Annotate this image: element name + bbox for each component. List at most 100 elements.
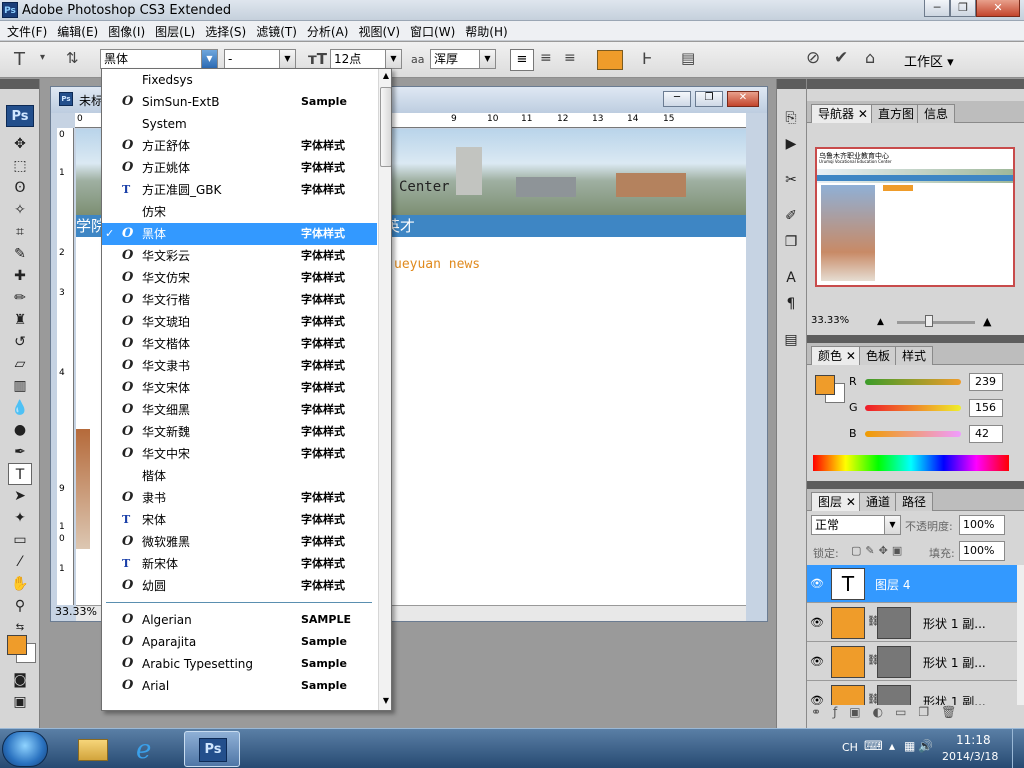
channel-g-slider[interactable] bbox=[865, 405, 961, 411]
font-list-item[interactable]: T 方正准圆_GBK 字体样式 bbox=[102, 179, 377, 201]
font-list-item[interactable]: O 华文中宋 字体样式 bbox=[102, 443, 377, 465]
chevron-down-icon[interactable]: ▼ bbox=[279, 50, 295, 68]
history-brush-tool-icon[interactable]: ↺ bbox=[0, 331, 40, 353]
font-list-item[interactable]: O Aparajita Sample bbox=[102, 631, 377, 653]
tab-channels[interactable]: 通道 bbox=[859, 492, 898, 511]
menu-filter[interactable]: 滤镜(T) bbox=[251, 21, 302, 40]
character-panel-icon[interactable]: A bbox=[777, 267, 805, 289]
warp-text-icon[interactable]: Ⱶ bbox=[642, 49, 652, 68]
visibility-eye-icon[interactable]: 👁 bbox=[810, 655, 824, 668]
font-list-item[interactable]: T 新宋体 字体样式 bbox=[102, 553, 377, 575]
font-list-item[interactable]: O 微软雅黑 字体样式 bbox=[102, 531, 377, 553]
fill-field[interactable]: 100% bbox=[959, 541, 1005, 561]
commit-icon[interactable]: ✔ bbox=[834, 48, 848, 68]
doc-zoom-status[interactable]: 33.33% bbox=[55, 605, 97, 618]
doc-close-button[interactable]: ✕ bbox=[727, 91, 759, 107]
workspace-menu[interactable]: 工作区 ▾ bbox=[904, 51, 954, 70]
color-spectrum[interactable] bbox=[813, 455, 1009, 471]
color-fg-swatch[interactable] bbox=[815, 375, 835, 395]
layer-row[interactable]: 👁 T 图层 4 bbox=[807, 565, 1017, 603]
cancel-icon[interactable]: ⊘ bbox=[806, 48, 820, 68]
menu-file[interactable]: 文件(F) bbox=[2, 21, 52, 40]
brush-tool-icon[interactable]: ✏ bbox=[0, 287, 40, 309]
font-list-item[interactable]: O Algerian SAMPLE bbox=[102, 609, 377, 631]
keyboard-icon[interactable]: ⌨ bbox=[864, 739, 883, 754]
tools-panel-header[interactable] bbox=[0, 79, 39, 89]
tab-paths[interactable]: 路径 bbox=[895, 492, 934, 511]
explorer-taskbar-button[interactable] bbox=[64, 731, 120, 767]
menu-edit[interactable]: 编辑(E) bbox=[52, 21, 103, 40]
type-tool-preset-icon[interactable]: T bbox=[14, 49, 25, 70]
bridge-icon[interactable]: ⌂ bbox=[865, 48, 875, 67]
channel-r-slider[interactable] bbox=[865, 379, 961, 385]
chevron-down-icon[interactable]: ▼ bbox=[385, 50, 401, 68]
zoom-slider-thumb[interactable] bbox=[925, 315, 933, 327]
tab-histogram[interactable]: 直方图 bbox=[871, 104, 922, 123]
volume-icon[interactable]: 🔊 bbox=[918, 739, 933, 753]
zoom-tool-icon[interactable]: ⚲ bbox=[0, 595, 40, 617]
eyedropper-tool-icon[interactable]: ⁄ bbox=[0, 551, 40, 573]
tab-color[interactable]: 颜色 ✕ bbox=[811, 346, 863, 365]
channel-b-value[interactable]: 42 bbox=[969, 425, 1003, 443]
font-list-item[interactable]: Fixedsys bbox=[102, 69, 377, 91]
gradient-tool-icon[interactable]: ▥ bbox=[0, 375, 40, 397]
visibility-eye-icon[interactable]: 👁 bbox=[810, 616, 824, 629]
font-style-select[interactable]: - ▼ bbox=[224, 49, 296, 69]
font-family-dropdown[interactable]: ▲ ▼ Fixedsys O SimSun-ExtB Sample System O 方正舒… bbox=[101, 68, 392, 711]
channel-b-slider[interactable] bbox=[865, 431, 961, 437]
type-tool-icon[interactable]: T bbox=[8, 463, 32, 485]
custom-shape-tool-icon[interactable]: ✦ bbox=[0, 507, 40, 529]
lasso-tool-icon[interactable]: ʘ bbox=[0, 177, 40, 199]
visibility-eye-icon[interactable]: 👁 bbox=[810, 577, 824, 590]
font-list-item[interactable]: 楷体 bbox=[102, 465, 377, 487]
blur-tool-icon[interactable]: 💧 bbox=[0, 397, 40, 419]
menu-layer[interactable]: 图层(L) bbox=[150, 21, 200, 40]
tab-swatches[interactable]: 色板 bbox=[859, 346, 898, 365]
menu-view[interactable]: 视图(V) bbox=[353, 21, 405, 40]
font-list-item[interactable]: O 华文行楷 字体样式 bbox=[102, 289, 377, 311]
minimize-button[interactable]: ─ bbox=[924, 0, 950, 17]
font-list-item[interactable]: System bbox=[102, 113, 377, 135]
font-list-scrollbar[interactable]: ▲ ▼ bbox=[378, 69, 391, 710]
notes-tool-icon[interactable]: ▭ bbox=[0, 529, 40, 551]
font-list-item[interactable]: O 华文宋体 字体样式 bbox=[102, 377, 377, 399]
pen-tool-icon[interactable]: ✒ bbox=[0, 441, 40, 463]
doc-minimize-button[interactable]: ─ bbox=[663, 91, 691, 107]
menu-image[interactable]: 图像(I) bbox=[103, 21, 150, 40]
text-orientation-icon[interactable]: ⇅ bbox=[66, 49, 79, 67]
paragraph-panel-icon[interactable]: ¶ bbox=[777, 293, 805, 315]
foreground-color-swatch[interactable] bbox=[7, 635, 27, 655]
preset-arrow-icon[interactable]: ▾ bbox=[40, 52, 45, 63]
slice-tool-icon[interactable]: ✎ bbox=[0, 243, 40, 265]
menu-select[interactable]: 选择(S) bbox=[200, 21, 251, 40]
menu-analysis[interactable]: 分析(A) bbox=[302, 21, 354, 40]
text-color-swatch[interactable] bbox=[597, 50, 623, 70]
language-indicator[interactable]: CH bbox=[842, 741, 858, 754]
font-list-item[interactable]: O 华文彩云 字体样式 bbox=[102, 245, 377, 267]
chevron-down-icon[interactable]: ▼ bbox=[201, 50, 217, 68]
screen-mode-icon[interactable]: ▣ bbox=[0, 691, 40, 713]
start-button[interactable] bbox=[2, 731, 48, 767]
font-list-item[interactable]: O 隶书 字体样式 bbox=[102, 487, 377, 509]
clock-date[interactable]: 2014/3/18 bbox=[942, 750, 998, 763]
hand-tool-icon[interactable]: ✋ bbox=[0, 573, 40, 595]
font-list-item[interactable]: O SimSun-ExtB Sample bbox=[102, 91, 377, 113]
tray-arrow-icon[interactable]: ▴ bbox=[889, 739, 895, 753]
zoom-out-icon[interactable]: ▲ bbox=[877, 317, 884, 327]
magic-wand-tool-icon[interactable]: ✧ bbox=[0, 199, 40, 221]
align-center-button[interactable]: ≡ bbox=[540, 50, 552, 66]
font-list-item[interactable]: ✓ O 黑体 字体样式 bbox=[102, 223, 377, 245]
clone-stamp-tool-icon[interactable]: ♜ bbox=[0, 309, 40, 331]
font-list-item[interactable]: 仿宋 bbox=[102, 201, 377, 223]
font-list-scroll-thumb[interactable] bbox=[380, 87, 391, 167]
layer-comps-icon[interactable]: ▤ bbox=[777, 329, 805, 351]
chevron-down-icon[interactable]: ▼ bbox=[479, 50, 495, 68]
font-list-item[interactable]: O Arial Sample bbox=[102, 675, 377, 697]
healing-brush-tool-icon[interactable]: ✚ bbox=[0, 265, 40, 287]
scroll-up-icon[interactable]: ▲ bbox=[379, 71, 391, 83]
palettes-icon[interactable]: ▤ bbox=[681, 49, 695, 67]
tab-navigator[interactable]: 导航器 ✕ bbox=[811, 104, 875, 123]
tab-info[interactable]: 信息 bbox=[917, 104, 956, 123]
chevron-down-icon[interactable]: ▼ bbox=[884, 516, 900, 534]
zoom-in-icon[interactable]: ▲ bbox=[983, 315, 991, 328]
